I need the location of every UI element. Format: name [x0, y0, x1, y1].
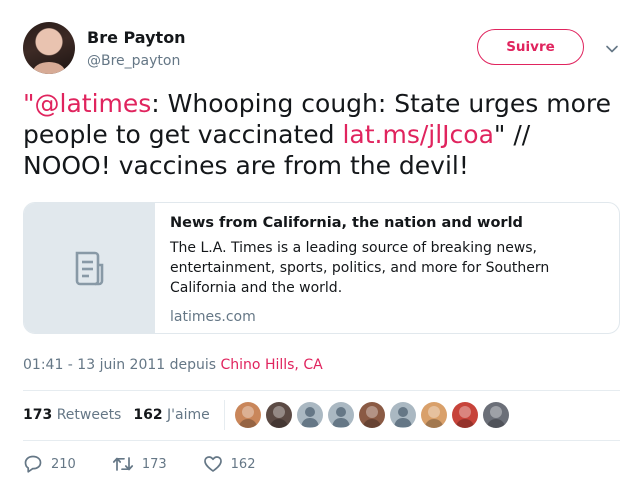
divider [23, 390, 620, 391]
author-handle[interactable]: @Bre_payton [87, 53, 180, 69]
liker-avatar[interactable] [420, 402, 447, 428]
tweet-text: "@latimes: Whooping cough: State urges m… [23, 88, 613, 181]
document-icon [75, 251, 104, 286]
liker-avatar[interactable] [296, 402, 323, 428]
divider [23, 440, 620, 441]
liker-avatars [234, 402, 514, 428]
retweets-stat-label: Retweets [56, 407, 122, 423]
follow-button[interactable]: Suivre [477, 29, 584, 65]
engagement-stats: 173 Retweets 162 J'aime [23, 395, 620, 435]
location-link[interactable]: Chino Hills, CA [221, 357, 323, 373]
url-link[interactable]: lat.ms/jlJcoa [342, 120, 493, 149]
retweets-stat[interactable]: 173 Retweets [23, 407, 121, 423]
liker-avatar[interactable] [358, 402, 385, 428]
like-count: 162 [230, 456, 256, 472]
likes-stat-label: J'aime [167, 407, 210, 423]
mention-link[interactable]: "@latimes [23, 89, 151, 118]
reply-count: 210 [51, 456, 76, 472]
liker-avatar[interactable] [482, 402, 509, 428]
retweet-count: 173 [141, 456, 167, 472]
timestamp[interactable]: 01:41 - 13 juin 2011 depuis [23, 357, 221, 373]
like-button[interactable]: 162 [203, 454, 256, 474]
reply-icon [24, 455, 42, 473]
likes-stat-count: 162 [133, 407, 163, 423]
liker-avatar[interactable] [389, 402, 416, 428]
tweet-header: Bre Payton @Bre_payton Suivre [23, 22, 620, 78]
card-description: The L.A. Times is a leading source of br… [170, 240, 550, 296]
tweet-metadata: 01:41 - 13 juin 2011 depuis Chino Hills,… [23, 357, 323, 373]
retweet-icon [112, 457, 133, 471]
stats-separator [223, 400, 225, 430]
avatar[interactable] [23, 22, 75, 74]
card-domain: latimes.com [170, 309, 256, 325]
reply-button[interactable]: 210 [23, 454, 76, 474]
heart-icon [203, 456, 222, 472]
liker-avatar[interactable] [265, 402, 292, 428]
card-thumbnail [24, 203, 155, 333]
card-title: News from California, the nation and wor… [170, 215, 523, 231]
author-name[interactable]: Bre Payton [87, 28, 186, 47]
card-body: News from California, the nation and wor… [170, 215, 610, 325]
chevron-down-icon[interactable] [605, 42, 619, 56]
tweet-actions: 210 173 162 [23, 452, 620, 476]
link-card[interactable]: News from California, the nation and wor… [23, 202, 620, 334]
retweet-button[interactable]: 173 [112, 454, 167, 474]
liker-avatar[interactable] [451, 402, 478, 428]
liker-avatar[interactable] [327, 402, 354, 428]
liker-avatar[interactable] [234, 402, 261, 428]
likes-stat[interactable]: 162 J'aime [133, 407, 209, 423]
retweets-stat-count: 173 [23, 407, 53, 423]
